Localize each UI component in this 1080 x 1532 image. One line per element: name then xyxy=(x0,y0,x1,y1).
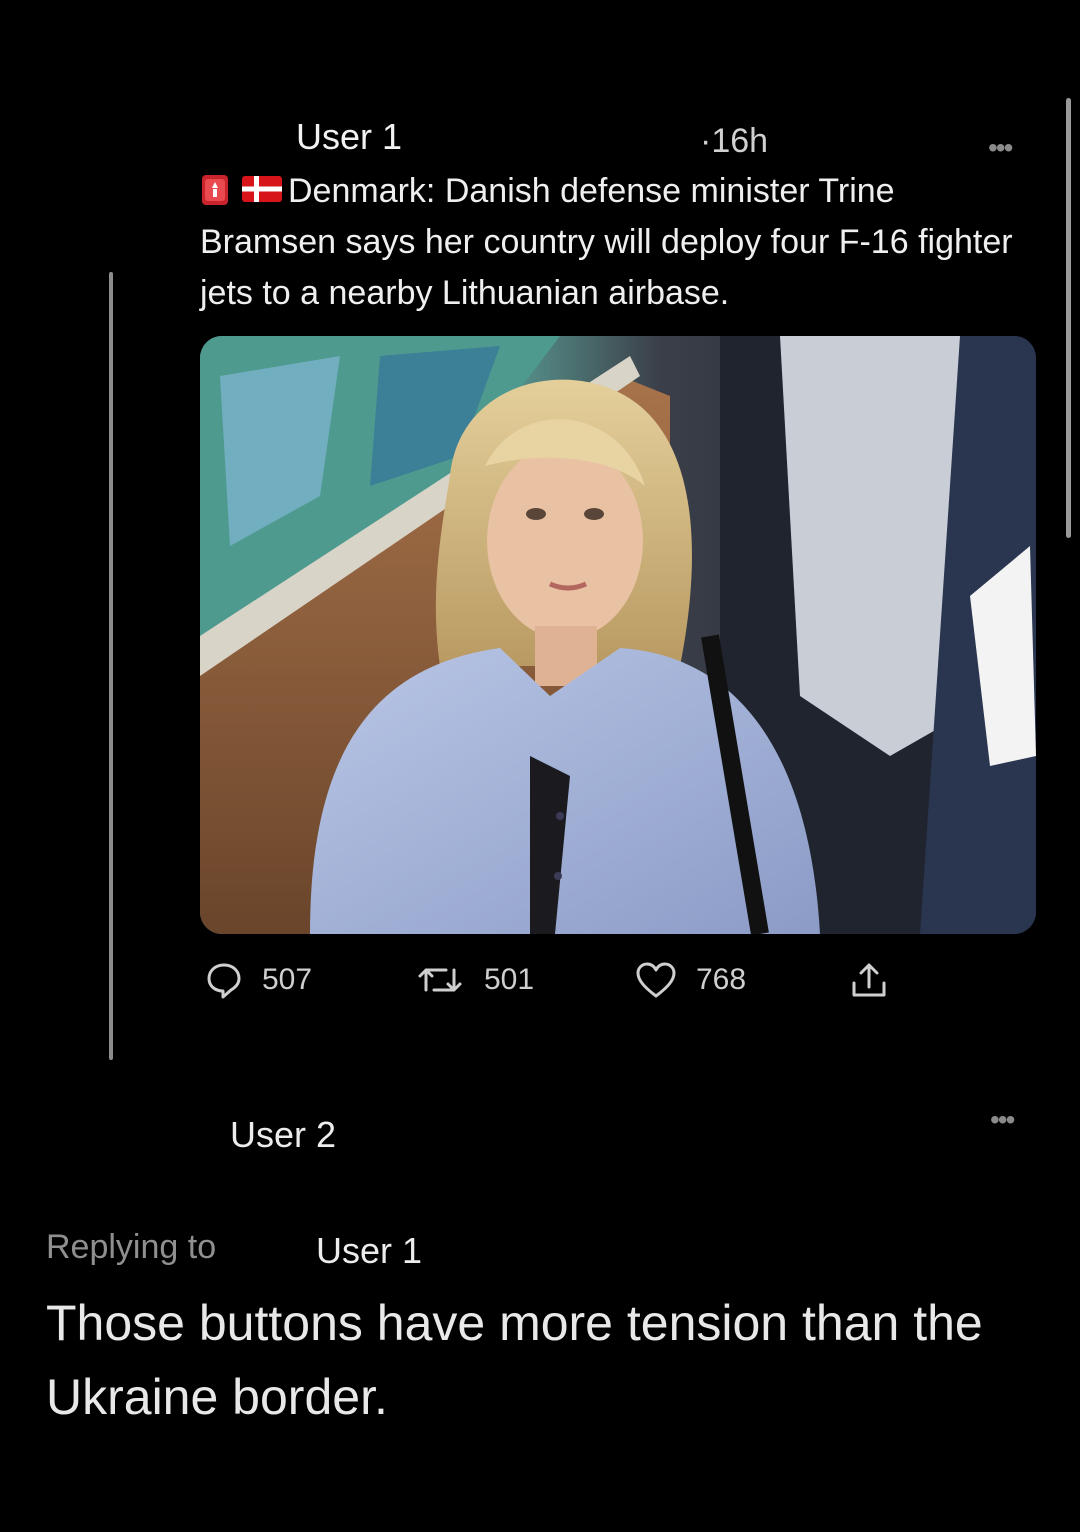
tweet-text: Denmark: Danish defense minister Trine B… xyxy=(200,166,1020,319)
like-count: 768 xyxy=(696,963,747,996)
rotating-light-icon xyxy=(202,175,228,205)
tweet-author-name[interactable]: User 1 xyxy=(296,116,402,158)
time-value: 16h xyxy=(711,122,769,160)
time-separator: · xyxy=(700,122,712,160)
thread-connector-line xyxy=(109,272,113,1060)
tweet-photo[interactable] xyxy=(200,336,1036,934)
more-horizontal-icon[interactable]: ••• xyxy=(990,1106,1015,1134)
share-button[interactable] xyxy=(848,956,890,1004)
replying-to-label: Replying to xyxy=(46,1228,217,1266)
scrollbar[interactable] xyxy=(1066,98,1071,538)
reply-text: Those buttons have more tension than the… xyxy=(46,1295,983,1425)
replying-to-user-link[interactable]: User 1 xyxy=(316,1230,422,1272)
retweet-icon xyxy=(418,968,462,992)
reply-button[interactable]: 507 xyxy=(204,956,312,1004)
retweet-button[interactable]: 501 xyxy=(414,956,534,1004)
tweet-text-body: Denmark: Danish defense minister Trine B… xyxy=(200,172,1013,312)
heart-icon xyxy=(636,962,676,998)
like-button[interactable]: 768 xyxy=(634,956,746,1004)
tweet-timestamp[interactable]: ·16h xyxy=(700,122,768,161)
reply-count: 507 xyxy=(262,963,313,996)
share-icon xyxy=(852,963,886,997)
more-horizontal-icon[interactable]: ••• xyxy=(988,134,1013,162)
reply-author-name[interactable]: User 2 xyxy=(230,1114,336,1156)
denmark-flag-icon xyxy=(242,176,282,202)
woman-in-blue-shirt-photo xyxy=(200,336,1036,934)
comment-icon xyxy=(207,963,241,999)
retweet-count: 501 xyxy=(484,963,535,996)
